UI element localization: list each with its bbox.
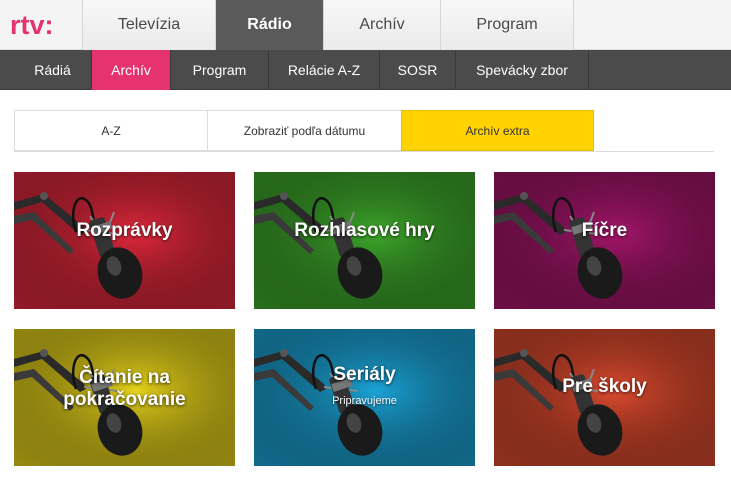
svg-text:rtv:: rtv: (10, 10, 54, 40)
tile-subtitle: Pripravujeme (332, 395, 397, 407)
filter-tab-by-date[interactable]: Zobraziť podľa dátumu (207, 110, 401, 151)
main-tab-program[interactable]: Program (440, 0, 574, 50)
tile-title-line2: pokračovanie (63, 389, 186, 410)
tile-serialy[interactable]: Seriály Pripravujeme (254, 329, 475, 466)
subnav-item-program[interactable]: Program (171, 50, 269, 90)
filter-tab-archiv-extra[interactable]: Archív extra (401, 110, 594, 151)
main-tab-radio[interactable]: Rádio (215, 0, 323, 50)
tile-rozhlasove-hry[interactable]: Rozhlasové hry (254, 172, 475, 309)
tile-pre-skoly[interactable]: Pre školy (494, 329, 715, 466)
tile-title: Fíčre (581, 220, 628, 241)
tile-title-line1: Čítanie na (79, 367, 170, 388)
tile-ficre[interactable]: Fíčre (494, 172, 715, 309)
rtv-logo-icon: rtv: (10, 10, 54, 40)
main-tab-archiv[interactable]: Archív (323, 0, 440, 50)
top-bar: rtv: Televízia Rádio Archív Program (0, 0, 731, 50)
subnav-item-relacie[interactable]: Relácie A-Z (269, 50, 380, 90)
subnav-item-radia[interactable]: Rádiá (14, 50, 92, 90)
subnav-item-archiv[interactable]: Archív (92, 50, 171, 90)
main-nav: Televízia Rádio Archív Program (82, 0, 574, 50)
tile-title: Rozhlasové hry (294, 220, 435, 241)
tile-title: Seriály (333, 364, 396, 385)
rtv-logo[interactable]: rtv: (10, 10, 72, 40)
archive-filter-tabs: A-Z Zobraziť podľa dátumu Archív extra (14, 110, 594, 151)
tile-title: Pre školy (562, 376, 647, 397)
filter-divider (14, 151, 714, 152)
filter-tab-a-z[interactable]: A-Z (14, 110, 207, 151)
tile-rozpravky[interactable]: Rozprávky (14, 172, 235, 309)
sub-nav: Rádiá Archív Program Relácie A-Z SOSR Sp… (0, 50, 731, 90)
tile-citanie-na-pokracovanie[interactable]: Čítanie na pokračovanie (14, 329, 235, 466)
tile-title: Čítanie na pokračovanie (14, 367, 235, 411)
tile-title: Rozprávky (76, 220, 173, 241)
subnav-item-sosr[interactable]: SOSR (380, 50, 456, 90)
subnav-item-spevacky-zbor[interactable]: Spevácky zbor (456, 50, 589, 90)
main-tab-televizia[interactable]: Televízia (82, 0, 215, 50)
